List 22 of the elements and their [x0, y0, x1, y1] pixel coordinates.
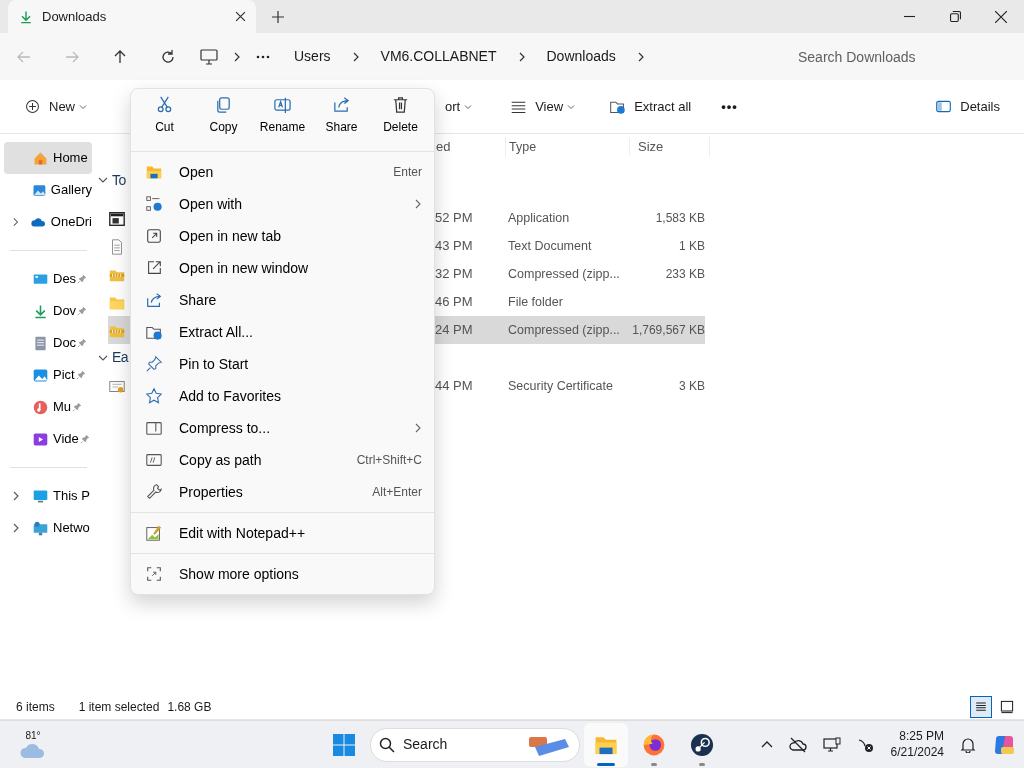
type-cell-text: Compressed (zipp...	[507, 265, 621, 283]
size-cell-text: 233 KB	[664, 266, 705, 283]
type-cell-text: File folder	[507, 293, 564, 311]
size-cell-text: 1,769,567 KB	[631, 322, 705, 339]
date-cell-text: 43 PM	[434, 237, 474, 256]
type-cell-text: Security Certificate	[507, 377, 614, 395]
selection-count: 1 item selected	[78, 699, 160, 716]
item-count: 6 items	[16, 699, 55, 716]
type-cell-text: Text Document	[507, 237, 593, 255]
type-cell-text: Application	[507, 209, 571, 227]
date-cell-text: 52 PM	[434, 209, 474, 228]
date-cell-text: 32 PM	[434, 265, 474, 284]
size-cell-text: 1,583 KB	[654, 210, 705, 227]
size-cell-text: 3 KB	[678, 378, 705, 395]
date-cell-text: 44 PM	[434, 377, 474, 396]
date-cell-text: 46 PM	[434, 293, 474, 312]
search-label: Search	[403, 735, 449, 754]
date-cell-text: 24 PM	[434, 321, 474, 340]
type-cell-text: Compressed (zipp...	[507, 321, 621, 339]
size-cell-text: 1 KB	[678, 238, 705, 255]
selection-size: 1.68 GB	[167, 699, 212, 716]
tab-title: Downloads	[42, 7, 108, 26]
